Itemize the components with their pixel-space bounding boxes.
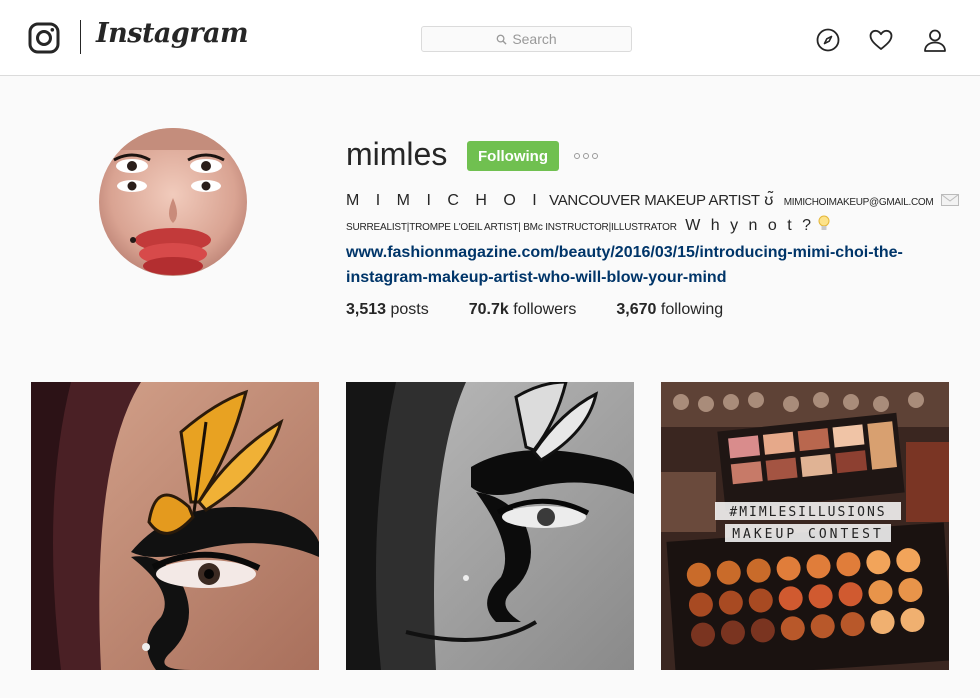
stat-label: posts [390,301,429,318]
following-link[interactable]: 3,670 following [616,301,723,319]
bio-line-2: SURREALIST|TROMPE L'OEIL ARTIST| BMc INS… [346,215,830,235]
stat-value: 3,513 [346,301,387,318]
compass-icon[interactable] [816,28,840,52]
post-thumbnail[interactable]: #MIMLESILLUSIONS MAKEUP CONTEST [661,382,949,670]
bio-tags: SURREALIST|TROMPE L'OEIL ARTIST| BMc INS… [346,222,677,233]
person-icon[interactable] [923,28,947,52]
bio-line-1: M I M I C H O I VANCOUVER MAKEUP ARTIST … [346,192,959,210]
lightbulb-icon [818,215,830,230]
heart-icon[interactable] [869,28,893,52]
overlay-hashtag: #MIMLESILLUSIONS [729,505,886,520]
stat-label: following [660,301,724,318]
bio-role: VANCOUVER MAKEUP ARTIST [549,192,760,209]
search-placeholder: Search [512,31,557,47]
logo-divider [80,20,81,54]
dot-icon [574,153,580,159]
search-icon [496,34,507,45]
bio-email: MIMICHOIMAKEUP@GMAIL.COM [783,197,934,208]
search-input[interactable]: Search [421,26,632,52]
stat-value: 3,670 [616,301,657,318]
profile-username: mimles [346,136,448,172]
profile-avatar[interactable] [99,128,247,276]
instagram-wordmark[interactable]: Instagram [96,18,249,49]
envelope-icon [940,194,959,206]
bio-glyph: ʊ̃ [764,192,774,209]
followers-link[interactable]: 70.7k followers [469,301,577,319]
bio-external-link[interactable]: www.fashionmagazine.com/beauty/2016/03/1… [346,240,936,290]
profile-stats: 3,513 posts 70.7k followers 3,670 follow… [346,301,763,319]
posts-count: 3,513 posts [346,301,429,319]
more-options-button[interactable] [574,149,598,163]
dot-icon [583,153,589,159]
bio-tagline: W h y n o t ? [685,217,815,234]
post-thumbnail[interactable] [346,382,634,670]
dot-icon [592,153,598,159]
top-nav-bar: Instagram Search [0,0,980,76]
stat-label: followers [513,301,577,318]
overlay-caption: MAKEUP CONTEST [732,527,884,542]
following-button[interactable]: Following [467,141,559,171]
stat-value: 70.7k [468,301,509,318]
post-thumbnail[interactable] [31,382,319,670]
bio-name: M I M I C H O I [346,192,543,209]
instagram-camera-icon[interactable] [28,22,60,54]
